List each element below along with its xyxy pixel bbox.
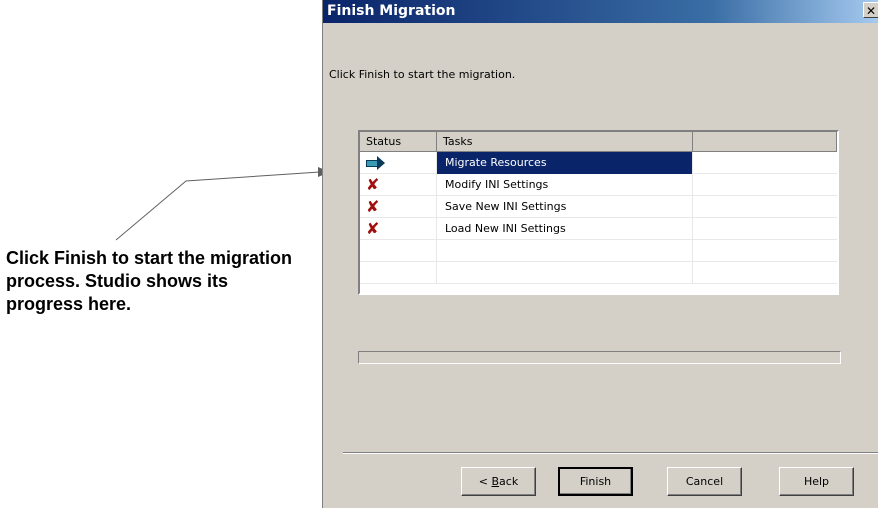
close-icon: ✕ xyxy=(865,4,877,18)
task-list[interactable]: Status Tasks Migrate Resources ✘ Modify … xyxy=(358,130,839,295)
column-header-extra[interactable] xyxy=(693,132,837,152)
column-header-status[interactable]: Status xyxy=(360,132,437,152)
task-label: Migrate Resources xyxy=(437,152,693,174)
back-rest: ack xyxy=(499,475,519,488)
column-header-tasks[interactable]: Tasks xyxy=(437,132,693,152)
back-mnemonic: B xyxy=(491,475,500,488)
back-button[interactable]: < Back xyxy=(461,467,536,496)
task-label: Modify INI Settings xyxy=(437,174,693,196)
finish-button[interactable]: Finish xyxy=(558,467,633,496)
task-status-cell: ✘ xyxy=(360,196,437,218)
dialog-title: Finish Migration xyxy=(327,3,456,19)
task-row[interactable]: Migrate Resources xyxy=(360,152,837,174)
red-x-icon: ✘ xyxy=(366,197,380,216)
help-button[interactable]: Help xyxy=(779,467,854,496)
migration-progress-bar xyxy=(358,351,841,364)
back-prefix: < xyxy=(478,475,492,488)
button-separator xyxy=(343,452,878,454)
callout-text: Click Finish to start the migration proc… xyxy=(6,248,293,314)
task-row[interactable]: ✘ Modify INI Settings xyxy=(360,174,837,196)
task-label: Load New INI Settings xyxy=(437,218,693,240)
callout-leader-line xyxy=(115,167,330,241)
in-progress-arrow-icon xyxy=(366,155,385,171)
red-x-icon: ✘ xyxy=(366,175,380,194)
task-label: Save New INI Settings xyxy=(437,196,693,218)
task-row[interactable]: ✘ Save New INI Settings xyxy=(360,196,837,218)
task-status-cell: ✘ xyxy=(360,218,437,240)
empty-row xyxy=(360,240,837,262)
instruction-text: Click Finish to start the migration. xyxy=(329,68,516,81)
task-rows: Migrate Resources ✘ Modify INI Settings … xyxy=(360,152,837,284)
red-x-icon: ✘ xyxy=(366,219,380,238)
task-status-cell xyxy=(360,152,437,174)
cancel-button[interactable]: Cancel xyxy=(667,467,742,496)
task-list-header: Status Tasks xyxy=(360,132,837,152)
close-button[interactable]: ✕ xyxy=(863,2,878,18)
finish-migration-dialog: Finish Migration ✕ Click Finish to start… xyxy=(322,0,878,508)
task-row[interactable]: ✘ Load New INI Settings xyxy=(360,218,837,240)
title-bar: Finish Migration ✕ xyxy=(323,0,878,23)
empty-row xyxy=(360,262,837,284)
task-status-cell: ✘ xyxy=(360,174,437,196)
